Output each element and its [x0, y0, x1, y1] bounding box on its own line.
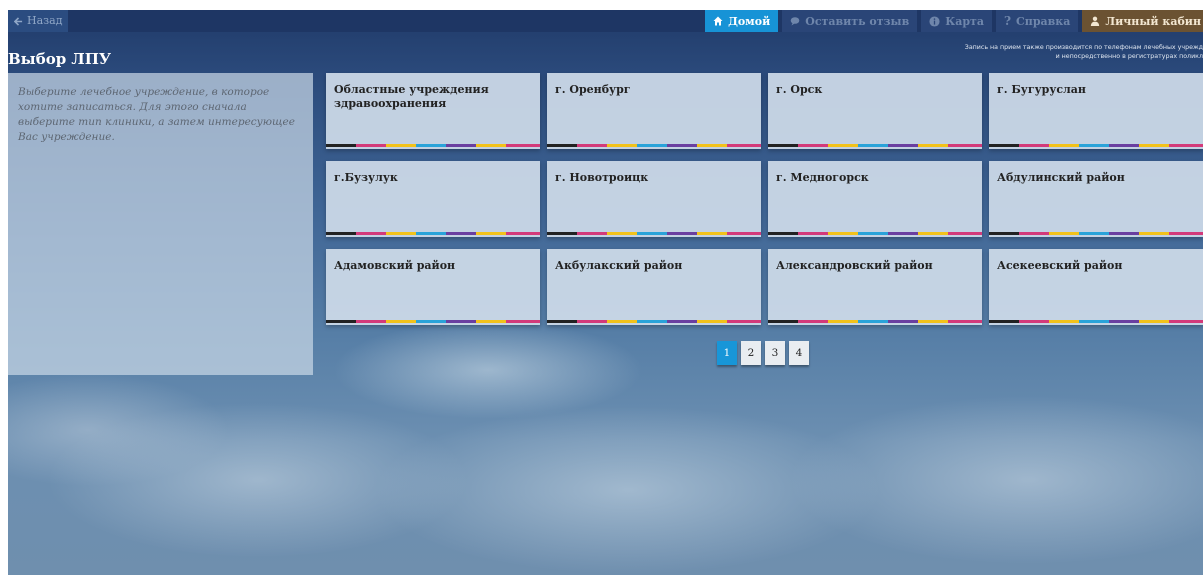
question-icon: ? — [1004, 14, 1012, 28]
institution-card-label: Адамовский район — [334, 259, 456, 272]
institution-card-label: Александровский район — [776, 259, 933, 272]
institution-card-label: Акбулакский район — [555, 259, 683, 272]
instructions-panel: Выберите лечебное учреждение, в которое … — [8, 73, 313, 375]
institution-card[interactable]: Абдулинский район — [989, 161, 1203, 237]
institution-card[interactable]: г.Бузулук — [326, 161, 540, 237]
nav-feedback-label: Оставить отзыв — [805, 14, 910, 28]
phone-booking-note: Запись на прием также производится по те… — [903, 43, 1203, 61]
main-nav: Домой Оставить отзыв Карта ? Справка Лич… — [701, 10, 1203, 32]
card-stripe — [547, 144, 761, 147]
nav-map-label: Карта — [945, 14, 984, 28]
institution-card-label: г. Новотроицк — [555, 171, 649, 184]
page-button-1[interactable]: 1 — [717, 341, 737, 365]
page-title: Выбор ЛПУ — [8, 50, 112, 68]
back-button-label: Назад — [27, 14, 63, 27]
institution-card[interactable]: Асекеевский район — [989, 249, 1203, 325]
card-stripe — [989, 232, 1203, 235]
page-button-3[interactable]: 3 — [765, 341, 785, 365]
card-stripe — [768, 144, 982, 147]
note-line-1: Запись на прием также производится по те… — [964, 44, 1203, 51]
institution-card-label: Областные учреждения здравоохранения — [334, 83, 489, 110]
app-frame: Назад Домой Оставить отзыв Карта ? Справ… — [8, 10, 1203, 575]
card-stripe — [768, 320, 982, 323]
page-button-2[interactable]: 2 — [741, 341, 761, 365]
institution-card[interactable]: г. Медногорск — [768, 161, 982, 237]
top-navigation-bar: Назад Домой Оставить отзыв Карта ? Справ… — [8, 10, 1203, 32]
institution-card-label: г. Оренбург — [555, 83, 631, 96]
note-line-2: и непосредственно в регистратурах поликл — [1055, 53, 1203, 60]
arrow-left-icon — [14, 16, 23, 26]
institution-card-label: г. Орск — [776, 83, 823, 96]
instructions-text: Выберите лечебное учреждение, в которое … — [18, 86, 295, 143]
card-stripe — [989, 144, 1203, 147]
home-icon — [713, 16, 723, 26]
card-stripe — [768, 232, 982, 235]
institution-card-label: Асекеевский район — [997, 259, 1123, 272]
nav-home-label: Домой — [728, 14, 771, 28]
card-stripe — [326, 320, 540, 323]
institution-card-label: Абдулинский район — [997, 171, 1125, 184]
institution-card[interactable]: г. Новотроицк — [547, 161, 761, 237]
nav-map[interactable]: Карта — [921, 10, 992, 32]
institution-card[interactable]: Акбулакский район — [547, 249, 761, 325]
comment-icon — [790, 17, 800, 26]
nav-help[interactable]: ? Справка — [996, 10, 1079, 32]
institution-card-label: г. Медногорск — [776, 171, 869, 184]
nav-help-label: Справка — [1016, 14, 1071, 28]
card-stripe — [547, 320, 761, 323]
card-stripe — [989, 320, 1203, 323]
info-icon — [929, 15, 940, 27]
nav-personal-cabinet[interactable]: Личный кабин — [1082, 10, 1203, 32]
institution-card[interactable]: Адамовский район — [326, 249, 540, 325]
nav-feedback[interactable]: Оставить отзыв — [782, 10, 918, 32]
institution-card-label: г.Бузулук — [334, 171, 398, 184]
institution-card[interactable]: г. Орск — [768, 73, 982, 149]
institution-card[interactable]: г. Бугуруслан — [989, 73, 1203, 149]
institution-card[interactable]: г. Оренбург — [547, 73, 761, 149]
card-stripe — [326, 144, 540, 147]
nav-home[interactable]: Домой — [705, 10, 779, 32]
page-button-4[interactable]: 4 — [789, 341, 809, 365]
card-stripe — [326, 232, 540, 235]
institution-card-label: г. Бугуруслан — [997, 83, 1086, 96]
card-stripe — [547, 232, 761, 235]
pagination: 1 2 3 4 — [717, 341, 809, 365]
user-icon — [1091, 16, 1100, 26]
institution-card[interactable]: Александровский район — [768, 249, 982, 325]
nav-personal-cabinet-label: Личный кабин — [1105, 14, 1201, 28]
institution-card[interactable]: Областные учреждения здравоохранения — [326, 73, 540, 149]
back-button[interactable]: Назад — [8, 10, 69, 32]
